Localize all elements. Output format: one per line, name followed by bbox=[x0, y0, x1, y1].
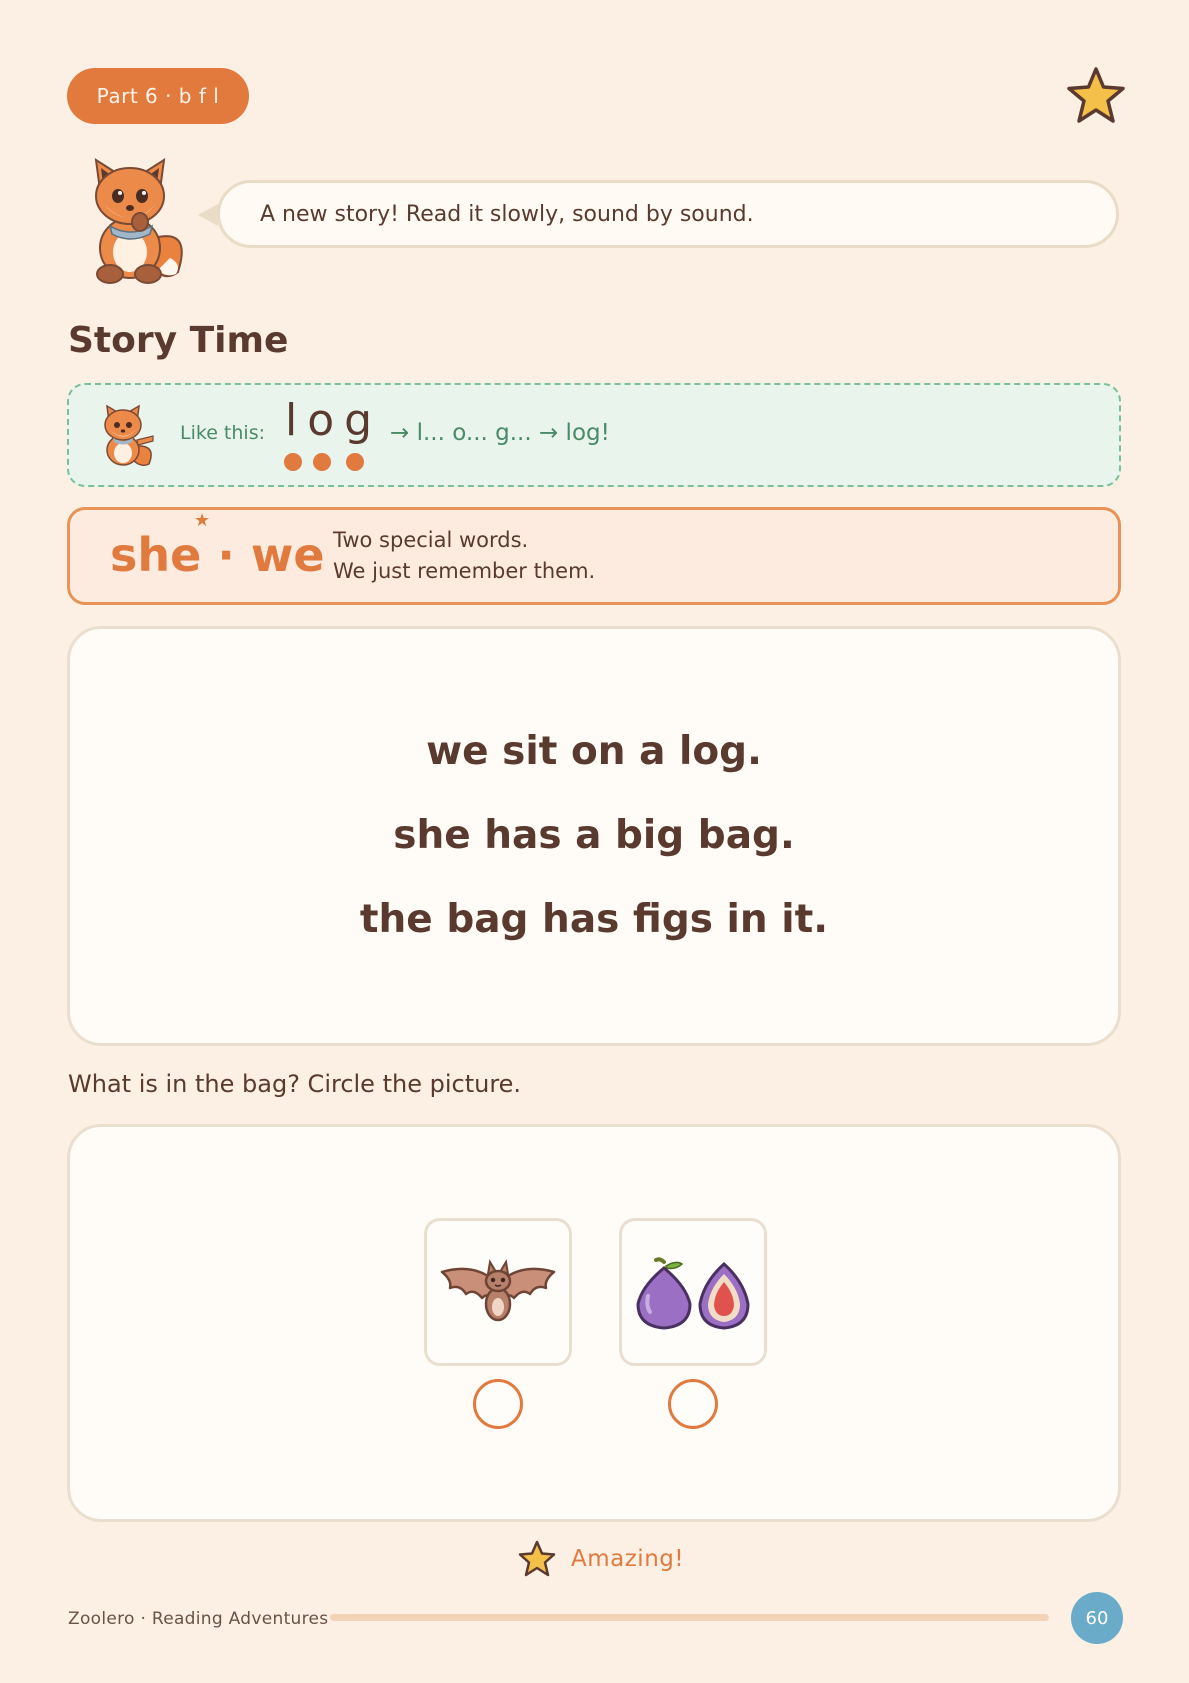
bat-icon bbox=[440, 1259, 556, 1322]
section-title: Story Time bbox=[68, 320, 289, 361]
speech-bubble-tail bbox=[198, 204, 218, 226]
story-line: she has a big bag. bbox=[393, 813, 795, 858]
sound-dots bbox=[284, 453, 364, 471]
choice-figs-circle[interactable] bbox=[668, 1379, 718, 1429]
choice-bat[interactable] bbox=[424, 1218, 572, 1366]
praise-star-icon bbox=[518, 1540, 556, 1577]
choice-figs[interactable] bbox=[619, 1218, 767, 1366]
special-words-note-2: We just remember them. bbox=[333, 559, 596, 583]
question-prompt: What is in the bag? Circle the picture. bbox=[68, 1070, 522, 1098]
praise-text: Amazing! bbox=[571, 1546, 685, 1572]
figs-icon bbox=[636, 1257, 750, 1330]
special-words-note-1: Two special words. bbox=[333, 528, 529, 552]
sound-dot bbox=[284, 453, 302, 471]
example-blend-chain: → l... o... g... → log! bbox=[390, 420, 610, 446]
sound-dot bbox=[313, 453, 331, 471]
speech-bubble: A new story! Read it slowly, sound by so… bbox=[217, 180, 1119, 248]
special-words: she · we bbox=[110, 528, 325, 582]
example-label: Like this: bbox=[180, 422, 265, 444]
fox-pointing-icon bbox=[104, 404, 154, 467]
choice-bat-circle[interactable] bbox=[473, 1379, 523, 1429]
part-badge: Part 6 · b f l bbox=[67, 68, 249, 124]
speech-text: A new story! Read it slowly, sound by so… bbox=[260, 201, 754, 227]
example-word: log bbox=[285, 395, 383, 446]
footer-brand: Zoolero · Reading Adventures bbox=[68, 1609, 329, 1629]
sound-dot bbox=[346, 453, 364, 471]
story-line: we sit on a log. bbox=[426, 729, 762, 774]
story-line: the bag has figs in it. bbox=[359, 897, 829, 942]
page-number-badge: 60 bbox=[1071, 1592, 1123, 1644]
footer-divider bbox=[330, 1614, 1049, 1621]
star-icon bbox=[1067, 67, 1125, 123]
answer-card bbox=[67, 1124, 1121, 1522]
fox-mascot-icon bbox=[94, 158, 183, 284]
